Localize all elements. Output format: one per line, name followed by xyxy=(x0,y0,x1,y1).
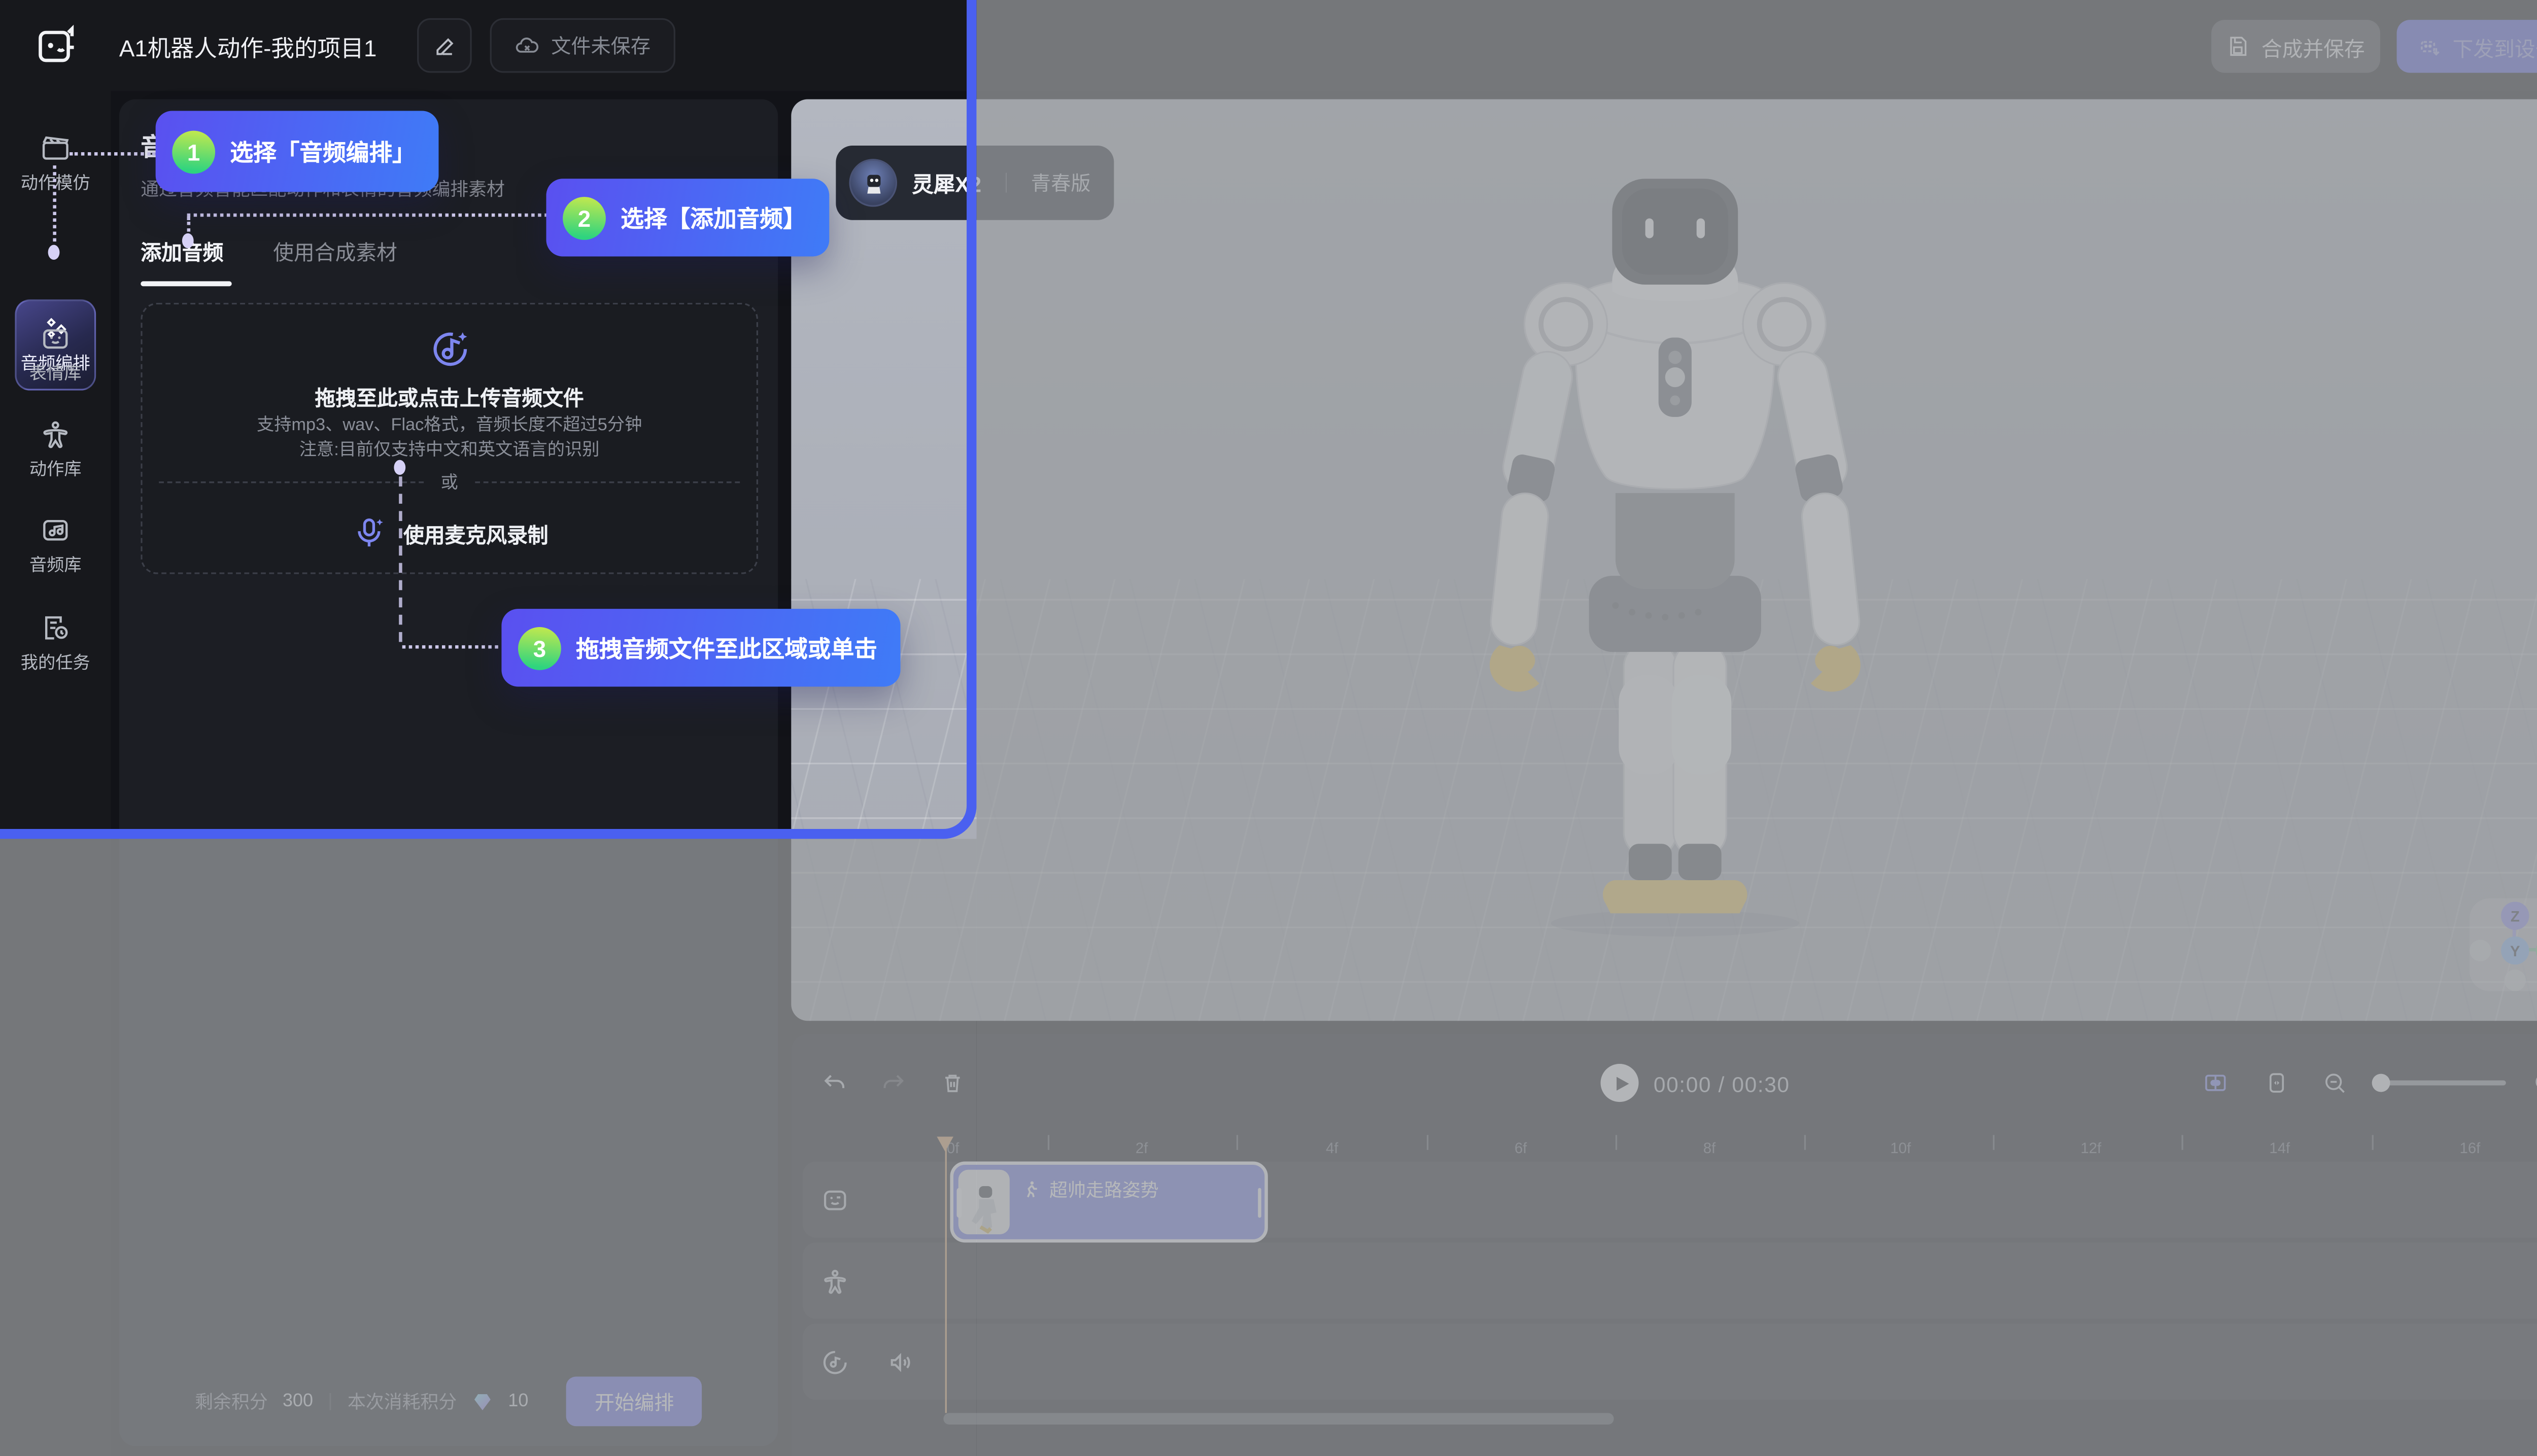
overlay-dim-right xyxy=(977,0,2537,1456)
step2-connector-dot xyxy=(182,233,194,248)
music-box-icon xyxy=(40,514,71,546)
microphone-icon xyxy=(351,514,387,551)
audio-upload-dropzone[interactable]: 拖拽至此或点击上传音频文件 支持mp3、wav、Flac格式，音频长度不超过5分… xyxy=(141,303,758,574)
sidebar-item-my-tasks[interactable]: 我的任务 xyxy=(0,612,111,675)
step3-connector-dot xyxy=(394,460,405,475)
project-title: A1机器人动作-我的项目1 xyxy=(119,31,377,64)
active-tab-underline xyxy=(141,281,231,285)
tab-use-synth-material[interactable]: 使用合成素材 xyxy=(273,235,397,266)
rename-button[interactable] xyxy=(417,18,472,73)
step3-connector-v xyxy=(399,476,402,642)
tutorial-step-2: 2 选择【添加音频】 xyxy=(546,179,829,256)
use-microphone-button[interactable]: 使用麦克风录制 xyxy=(143,500,757,566)
step2-connector-h xyxy=(187,214,548,217)
clapperboard-icon xyxy=(40,132,71,164)
step2-connector-v xyxy=(187,217,191,231)
step1-connector-v xyxy=(53,165,56,241)
tutorial-step-1: 1 选择「音频编排」 xyxy=(156,111,439,192)
task-list-clock-icon xyxy=(40,612,71,644)
overlay-dim-bottom xyxy=(0,839,977,1456)
app-logo-icon xyxy=(35,23,80,68)
upload-formats: 支持mp3、wav、Flac格式，音频长度不超过5分钟 xyxy=(143,412,757,437)
person-icon xyxy=(40,419,71,450)
pencil-icon xyxy=(433,34,456,57)
sidebar-item-motion-library[interactable]: 动作库 xyxy=(0,419,111,481)
sidebar-item-expression-library[interactable]: 表情库 xyxy=(0,323,111,386)
step3-connector-h xyxy=(402,645,498,649)
upload-music-icon xyxy=(425,324,474,374)
upload-note: 注意:目前仅支持中文和英文语言的识别 xyxy=(143,437,757,462)
tutorial-step-3: 3 拖拽音频文件至此区域或单击 xyxy=(501,609,900,686)
file-unsaved-status: 文件未保存 xyxy=(490,18,675,73)
cloud-off-icon xyxy=(515,33,539,58)
app-window: A1机器人动作-我的项目1 文件未保存 合成并保存 下发到设备 动作模仿 音频编… xyxy=(0,0,2537,1456)
robot-name: 灵犀X2 xyxy=(912,167,981,198)
step1-connector-h xyxy=(70,152,156,156)
upload-title: 拖拽至此或点击上传音频文件 xyxy=(143,380,757,412)
sidebar-item-audio-library[interactable]: 音频库 xyxy=(0,514,111,577)
or-divider: 或 xyxy=(159,470,740,495)
robot-avatar xyxy=(849,159,897,207)
robot-face-icon xyxy=(40,323,71,354)
step1-connector-dot xyxy=(48,245,60,260)
